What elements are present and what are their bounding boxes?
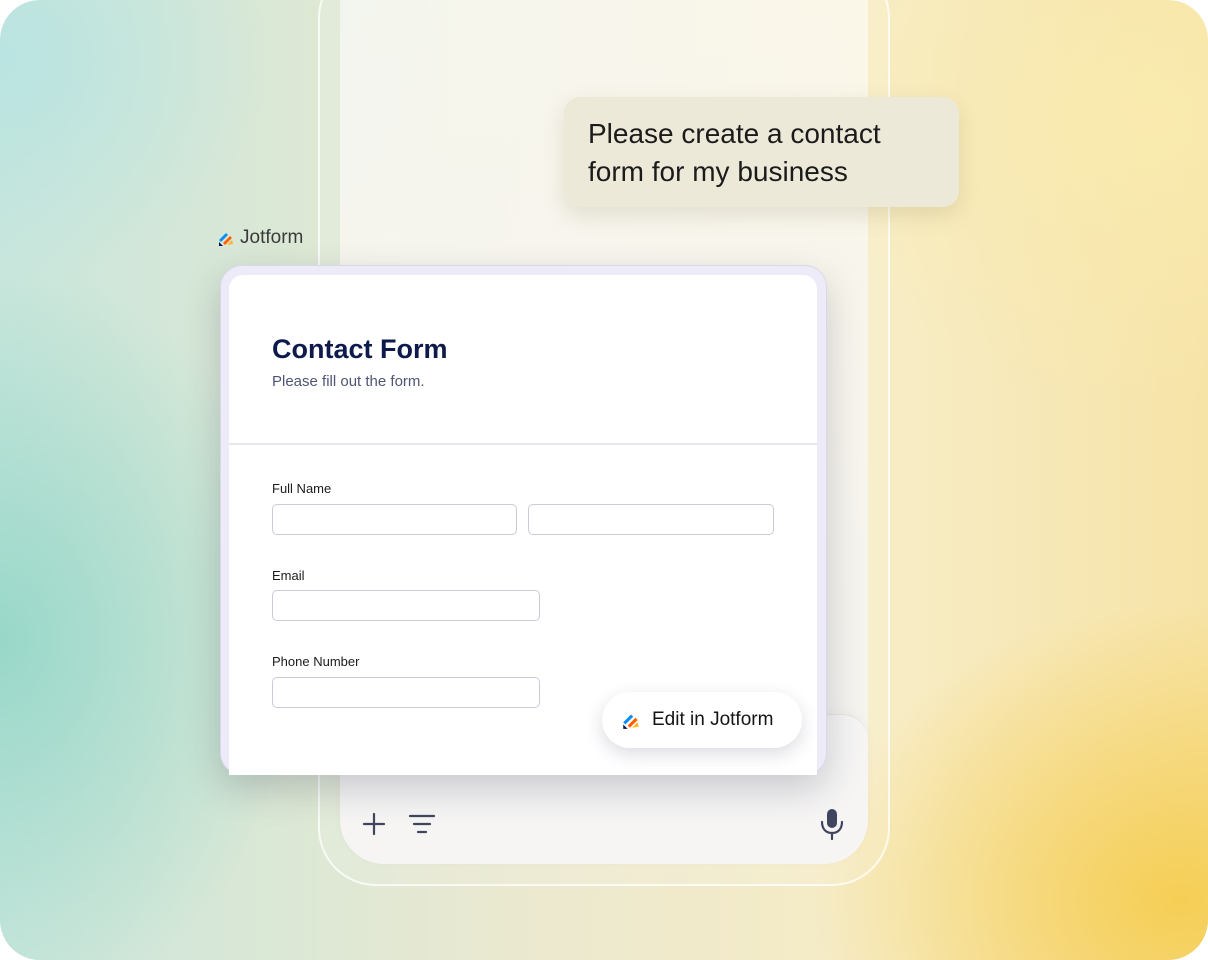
form-subtitle: Please fill out the form. (272, 373, 425, 390)
full-name-label: Full Name (272, 481, 332, 496)
form-title: Contact Form (272, 334, 448, 364)
edit-in-jotform-label: Edit in Jotform (652, 709, 774, 730)
jotform-brand-name: Jotform (240, 227, 304, 248)
email-input[interactable] (272, 590, 540, 621)
first-name-input[interactable] (272, 504, 517, 535)
microphone-icon[interactable] (818, 808, 846, 840)
phone-number-input[interactable] (272, 677, 540, 708)
last-name-input[interactable] (528, 504, 774, 535)
jotform-brand-label: Jotform (218, 226, 303, 250)
email-label: Email (272, 568, 305, 583)
plus-icon[interactable] (362, 812, 386, 836)
filter-icon[interactable] (408, 812, 436, 836)
jotform-logo-icon (219, 233, 233, 246)
jotform-logo-icon (623, 714, 639, 729)
phone-number-label: Phone Number (272, 654, 360, 669)
chat-message-text: Please create a contact form for my busi… (588, 118, 881, 187)
edit-in-jotform-button[interactable]: Edit in Jotform (602, 692, 802, 748)
chat-message-bubble: Please create a contact form for my busi… (564, 97, 959, 207)
